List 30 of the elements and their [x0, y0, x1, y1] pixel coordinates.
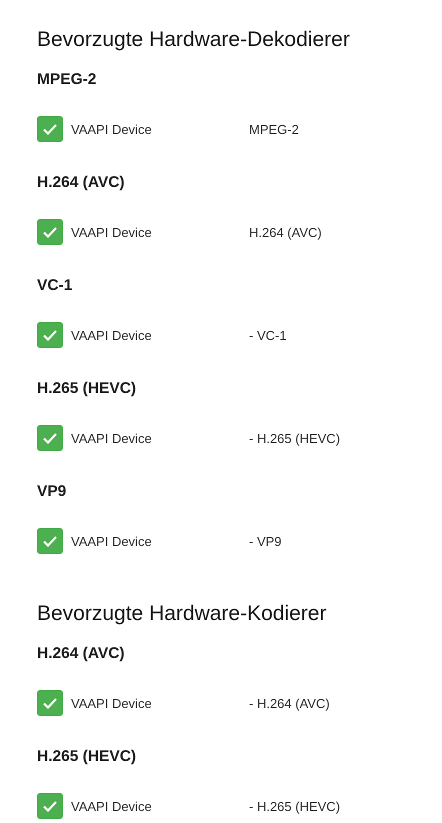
- codec-heading: H.265 (HEVC): [37, 379, 138, 399]
- checkbox[interactable]: [37, 793, 63, 819]
- codec-heading: H.264 (AVC): [37, 173, 126, 193]
- device-label: VAAPI Device: [71, 798, 153, 814]
- device-label: VAAPI Device: [71, 122, 153, 136]
- device-label: VAAPI Device: [71, 430, 153, 446]
- codec-heading: VP9: [37, 482, 68, 502]
- checkbox[interactable]: [37, 322, 63, 348]
- checkbox[interactable]: [37, 116, 63, 142]
- codec-label: H.264 (AVC): [249, 224, 322, 240]
- codec-label: - VC-1: [249, 328, 287, 342]
- codec-heading: H.264 (AVC): [37, 644, 126, 664]
- device-label: VAAPI Device: [71, 696, 153, 710]
- section-title: Bevorzugte Hardware-Kodierer: [37, 601, 328, 627]
- checkbox[interactable]: [37, 219, 63, 245]
- checkbox[interactable]: [37, 528, 63, 554]
- codec-label: - H.264 (AVC): [249, 696, 330, 710]
- codec-label: - H.265 (HEVC): [249, 430, 340, 446]
- codec-heading: VC-1: [37, 276, 74, 296]
- codec-label: MPEG-2: [249, 122, 299, 136]
- checkbox[interactable]: [37, 425, 63, 451]
- device-label: VAAPI Device: [71, 328, 153, 342]
- device-label: VAAPI Device: [71, 224, 153, 240]
- codec-heading: MPEG-2: [37, 70, 98, 90]
- codec-heading: H.265 (HEVC): [37, 747, 138, 767]
- section-title: Bevorzugte Hardware-Dekodierer: [37, 27, 351, 53]
- checkbox[interactable]: [37, 690, 63, 716]
- codec-label: - H.265 (HEVC): [249, 798, 340, 814]
- device-label: VAAPI Device: [71, 534, 153, 548]
- codec-label: - VP9: [249, 534, 282, 548]
